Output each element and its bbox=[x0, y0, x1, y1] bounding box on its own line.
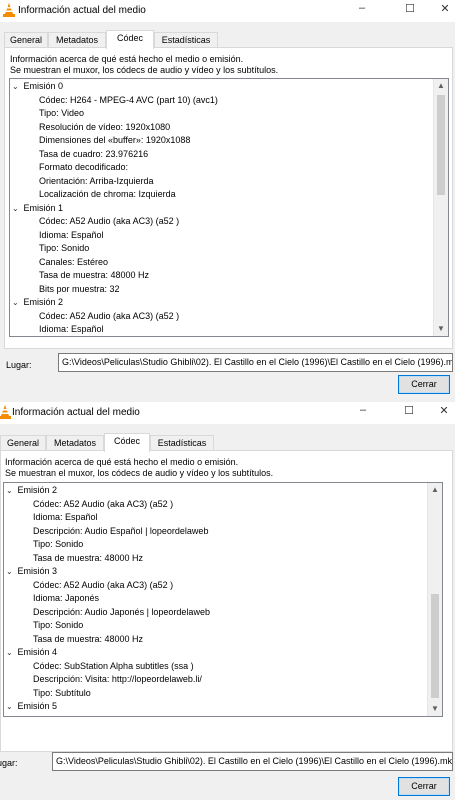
stream-property[interactable]: Tasa de muestra: 48000 Hz bbox=[33, 552, 143, 565]
chevron-down-icon[interactable]: ⌄ bbox=[6, 484, 15, 497]
tab-general[interactable]: General bbox=[0, 435, 46, 451]
window-title: Información actual del medio bbox=[12, 407, 140, 418]
stream-property[interactable]: Idioma: Español bbox=[39, 229, 104, 242]
stream-property[interactable]: Tasa de muestra: 48000 Hz bbox=[39, 269, 149, 282]
location-field[interactable]: G:\Videos\Peliculas\Studio Ghibli\02). E… bbox=[58, 353, 453, 372]
stream-property[interactable]: Orientación: Arriba-Izquierda bbox=[39, 175, 154, 188]
tab-metadatos[interactable]: Metadatos bbox=[46, 435, 104, 451]
media-info-window-2: Información actual del medio – ☐ ✕ Gener… bbox=[0, 400, 455, 800]
info-text: Información acerca de qué está hecho el … bbox=[5, 457, 273, 479]
close-icon[interactable]: ✕ bbox=[438, 2, 452, 15]
location-label: ugar: bbox=[0, 758, 18, 768]
stream-property[interactable]: Códec: SubStation Alpha subtitles (ssa ) bbox=[33, 660, 194, 673]
stream-node[interactable]: ⌄ Emisión 5 bbox=[6, 700, 57, 713]
vlc-cone-icon bbox=[3, 3, 15, 17]
stream-property[interactable]: Localización de chroma: Izquierda bbox=[39, 188, 176, 201]
stream-property[interactable]: Tipo: Sonido bbox=[33, 538, 83, 551]
stream-property[interactable]: Tipo: Sonido bbox=[39, 242, 89, 255]
stream-property[interactable]: Códec: A52 Audio (aka AC3) (a52 ) bbox=[33, 579, 173, 592]
stream-node[interactable]: ⌄ Emisión 2 bbox=[12, 296, 63, 309]
stream-property[interactable]: Formato decodificado: bbox=[39, 161, 128, 174]
stream-label: Emisión 3 bbox=[15, 566, 58, 576]
stream-tree[interactable]: ▲ ▼ ⌄ Emisión 0 Códec: H264 - MPEG-4 AVC … bbox=[9, 78, 449, 337]
tab-estadisticas[interactable]: Estadísticas bbox=[154, 32, 218, 48]
scroll-down-icon[interactable]: ▼ bbox=[434, 322, 448, 336]
maximize-icon[interactable]: ☐ bbox=[402, 404, 416, 417]
tab-codec[interactable]: Códec bbox=[104, 433, 150, 452]
stream-property[interactable]: Descripción: Audio Japonés | lopeordelaw… bbox=[33, 606, 210, 619]
stream-property[interactable]: Tipo: Sonido bbox=[33, 619, 83, 632]
tab-estadisticas[interactable]: Estadísticas bbox=[150, 435, 214, 451]
chevron-down-icon[interactable]: ⌄ bbox=[12, 296, 21, 309]
stream-property[interactable]: Canales: Estéreo bbox=[39, 256, 108, 269]
stream-property[interactable]: Tasa de muestra: 48000 Hz bbox=[33, 633, 143, 646]
stream-tree[interactable]: ▲ ▼ ⌄ Emisión 2 Códec: A52 Audio (aka AC3… bbox=[3, 482, 443, 717]
chevron-down-icon[interactable]: ⌄ bbox=[12, 202, 21, 215]
minimize-icon[interactable]: – bbox=[356, 404, 370, 416]
stream-property[interactable]: Idioma: Español bbox=[33, 511, 98, 524]
stream-property[interactable]: Resolución de vídeo: 1920x1080 bbox=[39, 121, 170, 134]
info-line: Se muestran el muxor, los códecs de audi… bbox=[10, 65, 279, 75]
vlc-cone-icon bbox=[0, 405, 11, 419]
stream-property[interactable]: Códec: BD PGS subtitles (bdpg) bbox=[33, 714, 162, 717]
stream-label: Emisión 0 bbox=[21, 81, 64, 91]
stream-property[interactable]: Idioma: Japonés bbox=[33, 592, 99, 605]
stream-property[interactable]: Dimensiones del «buffer»: 1920x1088 bbox=[39, 134, 190, 147]
tab-bar: General Metadatos Códec Estadísticas bbox=[0, 433, 455, 452]
stream-property[interactable]: Tipo: Subtítulo bbox=[33, 687, 91, 700]
chevron-down-icon[interactable]: ⌄ bbox=[12, 80, 21, 93]
chevron-down-icon[interactable]: ⌄ bbox=[6, 646, 15, 659]
tab-metadatos[interactable]: Metadatos bbox=[48, 32, 106, 48]
stream-node[interactable]: ⌄ Emisión 1 bbox=[12, 202, 63, 215]
chevron-down-icon[interactable]: ⌄ bbox=[6, 700, 15, 713]
stream-property[interactable]: Códec: A52 Audio (aka AC3) (a52 ) bbox=[39, 310, 179, 323]
stream-property[interactable]: Códec: A52 Audio (aka AC3) (a52 ) bbox=[33, 498, 173, 511]
tab-bar: General Metadatos Códec Estadísticas bbox=[0, 30, 455, 49]
stream-property[interactable]: Idioma: Español bbox=[39, 323, 104, 336]
stream-property[interactable]: Descripción: Visita: http://lopeordelawe… bbox=[33, 673, 202, 686]
tab-general[interactable]: General bbox=[4, 32, 48, 48]
codec-panel: Información acerca de qué está hecho el … bbox=[0, 450, 453, 752]
stream-node[interactable]: ⌄ Emisión 3 bbox=[6, 565, 57, 578]
stream-label: Emisión 2 bbox=[15, 485, 58, 495]
codec-panel: Información acerca de qué está hecho el … bbox=[4, 47, 453, 349]
stream-property[interactable]: Bits por muestra: 32 bbox=[39, 283, 120, 296]
info-line: Información acerca de qué está hecho el … bbox=[5, 457, 239, 467]
vertical-scrollbar[interactable]: ▲ ▼ bbox=[427, 483, 442, 716]
chevron-down-icon[interactable]: ⌄ bbox=[6, 565, 15, 578]
maximize-icon[interactable]: ☐ bbox=[403, 2, 417, 15]
info-line: Información acerca de qué está hecho el … bbox=[10, 54, 244, 64]
stream-label: Emisión 1 bbox=[21, 202, 64, 213]
stream-node[interactable]: ⌄ Emisión 4 bbox=[6, 646, 57, 659]
info-line: Se muestran el muxor, los códecs de audi… bbox=[5, 468, 274, 478]
title-bar[interactable]: Información actual del medio – ☐ ✕ bbox=[0, 0, 455, 22]
scroll-up-icon[interactable]: ▲ bbox=[428, 483, 442, 497]
scroll-down-icon[interactable]: ▼ bbox=[428, 702, 442, 716]
scroll-thumb[interactable] bbox=[431, 594, 439, 698]
stream-property[interactable]: Códec: H264 - MPEG-4 AVC (part 10) (avc1… bbox=[39, 94, 218, 107]
info-text: Información acerca de qué está hecho el … bbox=[10, 54, 278, 76]
location-label: Lugar: bbox=[6, 360, 32, 370]
window-title: Información actual del medio bbox=[18, 5, 146, 16]
minimize-icon[interactable]: – bbox=[355, 2, 369, 14]
stream-node[interactable]: ⌄ Emisión 0 bbox=[12, 80, 63, 93]
stream-label: Emisión 4 bbox=[15, 647, 58, 657]
stream-label: Emisión 2 bbox=[21, 297, 64, 307]
title-bar[interactable]: Información actual del medio – ☐ ✕ bbox=[0, 402, 455, 424]
tab-codec[interactable]: Códec bbox=[106, 30, 154, 49]
stream-property[interactable]: Tipo: Video bbox=[39, 107, 84, 120]
close-icon[interactable]: ✕ bbox=[437, 404, 451, 417]
stream-node[interactable]: ⌄ Emisión 2 bbox=[6, 484, 57, 497]
stream-property[interactable]: Tasa de cuadro: 23.976216 bbox=[39, 148, 148, 161]
close-button[interactable]: Cerrar bbox=[398, 375, 450, 394]
close-button[interactable]: Cerrar bbox=[398, 777, 450, 796]
scroll-thumb[interactable] bbox=[437, 95, 445, 195]
stream-property[interactable]: Descripción: Audio Español | lopeordelaw… bbox=[33, 525, 208, 538]
location-field[interactable]: G:\Videos\Peliculas\Studio Ghibli\02). E… bbox=[52, 752, 453, 771]
scroll-up-icon[interactable]: ▲ bbox=[434, 79, 448, 93]
media-info-window-1: Información actual del medio – ☐ ✕ Gener… bbox=[0, 0, 455, 400]
stream-label: Emisión 5 bbox=[15, 701, 58, 711]
stream-property[interactable]: Códec: A52 Audio (aka AC3) (a52 ) bbox=[39, 215, 179, 228]
vertical-scrollbar[interactable]: ▲ ▼ bbox=[433, 79, 448, 336]
